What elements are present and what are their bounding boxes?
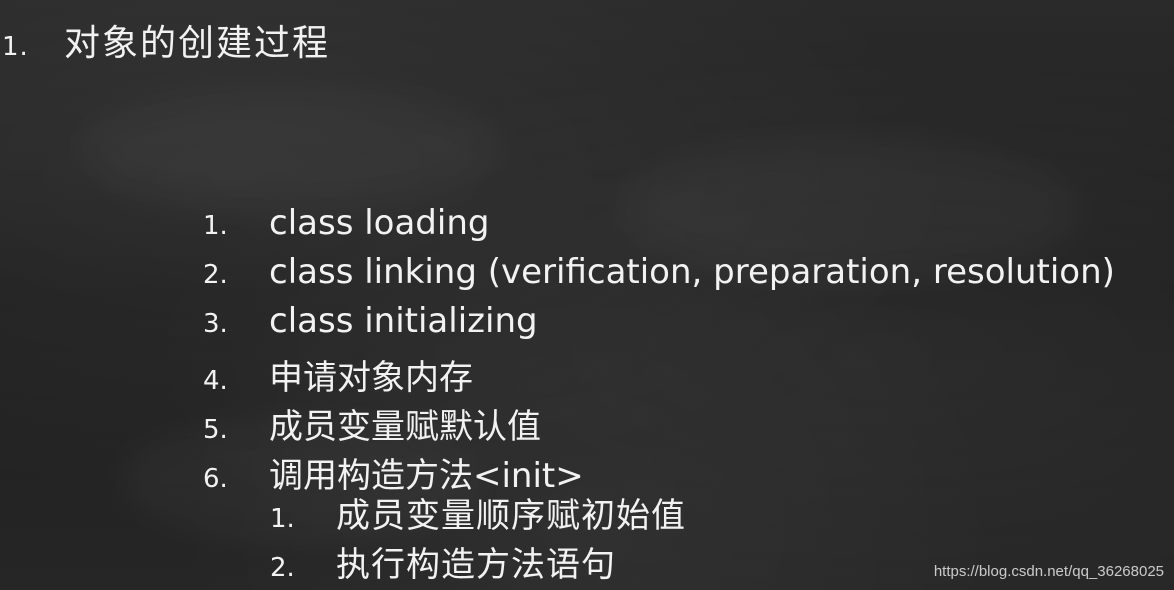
step-number: 3. (203, 309, 228, 339)
step-number: 6. (203, 464, 228, 494)
substep-number: 1. (270, 504, 295, 534)
substep-number: 2. (270, 553, 295, 583)
step-item: 2. class linking (verification, preparat… (203, 252, 1115, 301)
step-item: 4. 申请对象内存 (203, 350, 1115, 399)
substep-text: 成员变量顺序赋初始值 (336, 496, 686, 536)
step-number: 4. (203, 366, 228, 396)
substep-text: 执行构造方法语句 (336, 545, 616, 585)
step-text: class loading (269, 203, 490, 243)
step-text: 成员变量赋默认值 (269, 407, 541, 447)
slide: 1. 对象的创建过程 1. class loading 2. class lin… (0, 0, 1174, 590)
steps-list: 1. class loading 2. class linking (verif… (203, 203, 1115, 497)
step-item: 5. 成员变量赋默认值 (203, 399, 1115, 448)
substep-item: 2. 执行构造方法语句 (270, 537, 686, 586)
title-text: 对象的创建过程 (64, 23, 331, 64)
title-number: 1. (2, 32, 29, 62)
substeps-list: 1. 成员变量顺序赋初始值 2. 执行构造方法语句 (270, 488, 686, 586)
source-watermark: https://blog.csdn.net/qq_36268025 (933, 563, 1164, 580)
step-number: 1. (203, 211, 228, 241)
step-item: 3. class initializing (203, 301, 1115, 350)
step-text: class initializing (269, 301, 538, 341)
step-text: class linking (verification, preparation… (269, 252, 1115, 292)
step-number: 2. (203, 260, 228, 290)
substep-item: 1. 成员变量顺序赋初始值 (270, 488, 686, 537)
step-number: 5. (203, 415, 228, 445)
slide-title: 1. 对象的创建过程 (0, 14, 330, 64)
step-text: 申请对象内存 (269, 358, 473, 398)
step-item: 1. class loading (203, 203, 1115, 252)
